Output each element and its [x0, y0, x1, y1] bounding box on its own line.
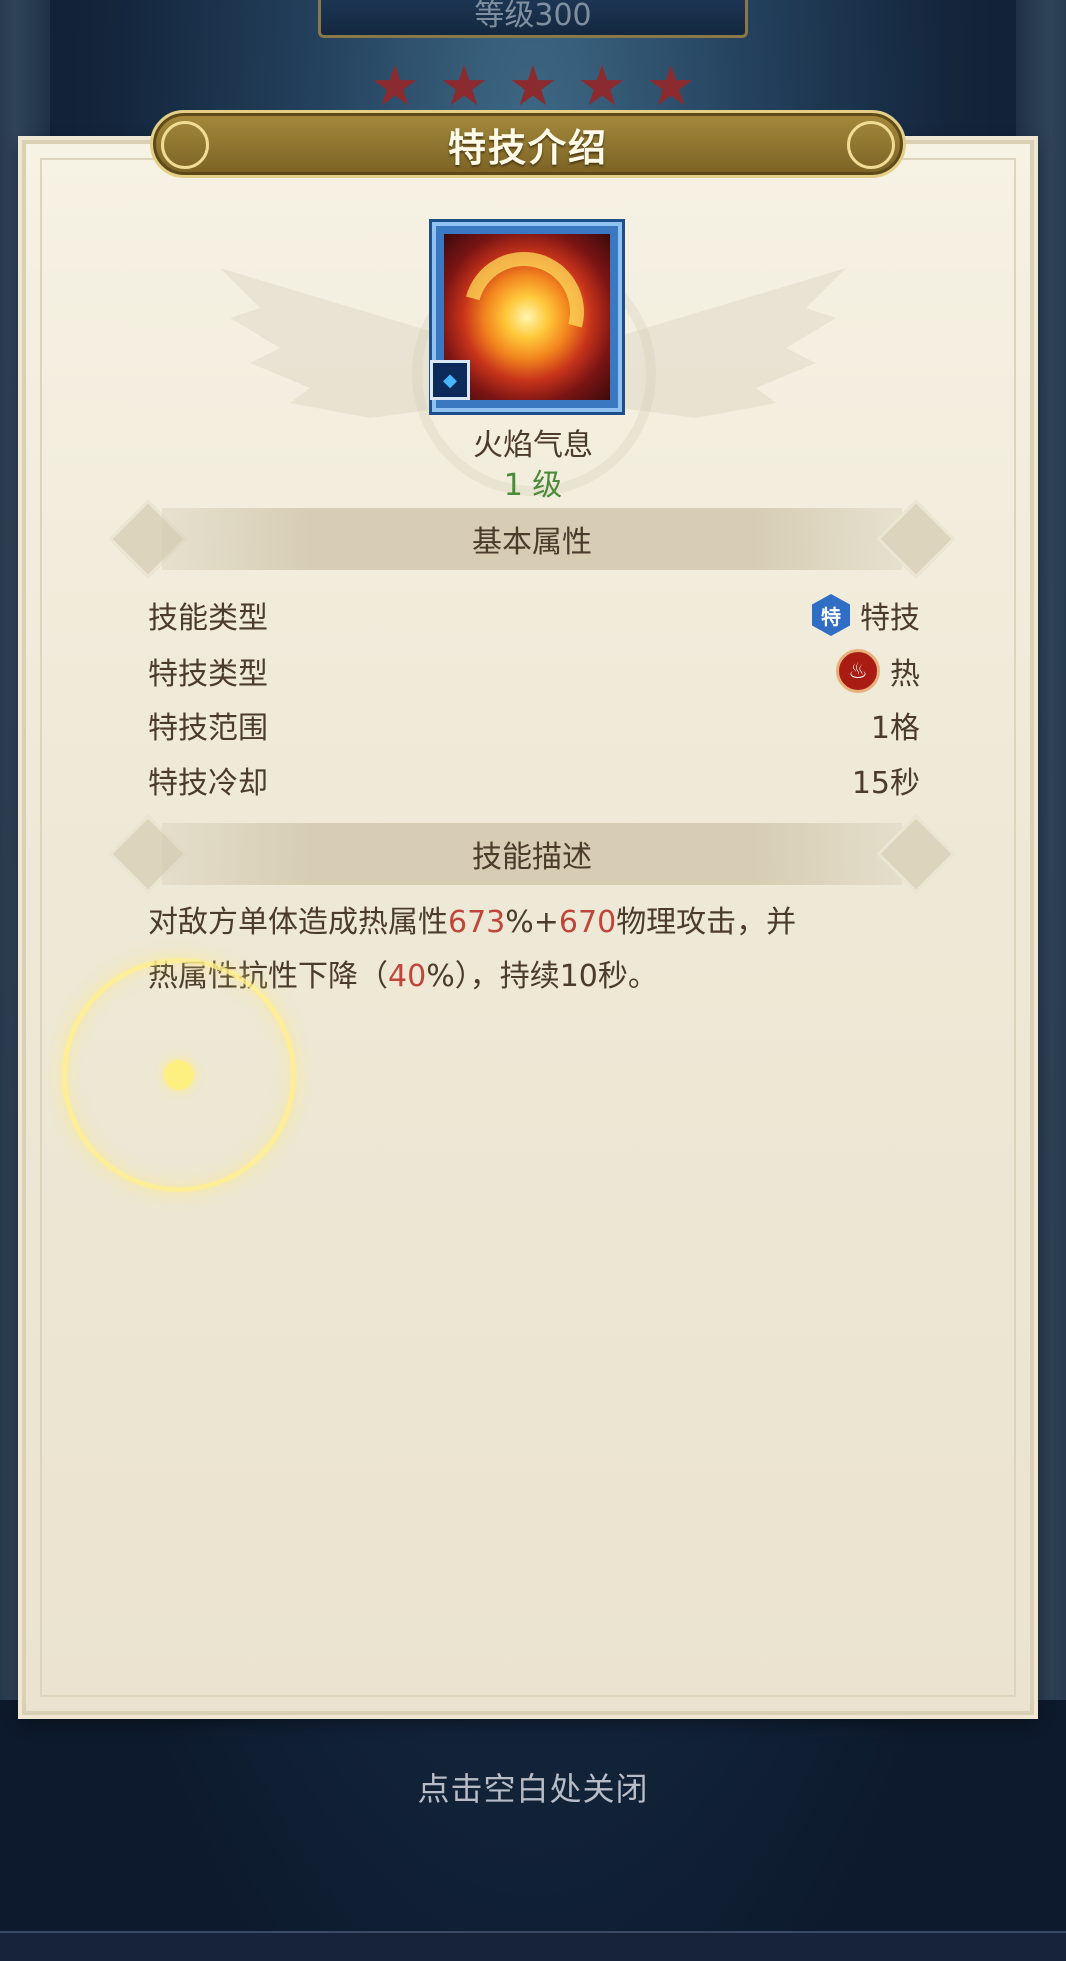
attr-value-text: 1格 [870, 711, 920, 746]
desc-text: 物理攻击，并 [616, 905, 797, 940]
close-hint[interactable]: 点击空白处关闭 [0, 1764, 1066, 1810]
desc-highlight: 670 [558, 905, 617, 940]
star-rating: ★ ★ ★ ★ ★ [366, 54, 700, 119]
desc-text: %+ [505, 905, 559, 940]
dialog-title: 特技介绍 [447, 125, 608, 170]
level-plate: 等级300 [318, 0, 748, 38]
attr-label: 特技类型 [148, 657, 268, 692]
attr-label: 技能类型 [148, 601, 268, 636]
star-icon: ★ [369, 54, 421, 119]
star-icon: ★ [645, 54, 697, 119]
star-icon: ★ [507, 54, 559, 119]
star-icon: ★ [438, 54, 490, 119]
diamond-icon: ◆ [430, 360, 470, 400]
attr-row-cooldown: 特技冷却 15秒 [148, 755, 920, 805]
level-text: 等级300 [474, 0, 592, 33]
star-icon: ★ [576, 54, 628, 119]
attr-row-skill-type: 技能类型 特 特技 [148, 590, 920, 640]
section-header-desc: 技能描述 [108, 814, 956, 894]
knot-icon [161, 121, 209, 169]
skill-level: 1 级 [503, 468, 563, 503]
desc-text: %），持续10秒。 [426, 959, 658, 994]
section-title: 基本属性 [472, 525, 592, 560]
bottom-bar [0, 1931, 1066, 1961]
section-header-basic: 基本属性 [108, 499, 956, 579]
attr-value-text: 15秒 [851, 766, 920, 801]
desc-text: 对敌方单体造成热属性 [148, 905, 448, 940]
attr-row-special-type: 特技类型 ♨ 热 [148, 646, 920, 696]
attr-label: 特技冷却 [148, 766, 268, 801]
special-skill-badge: 特 [812, 594, 850, 636]
touch-point [164, 1060, 194, 1090]
knot-icon [847, 121, 895, 169]
title-banner: 特技介绍 [150, 110, 906, 178]
section-title: 技能描述 [472, 840, 592, 875]
attr-label: 特技范围 [148, 711, 268, 746]
attr-value: 特 特技 [812, 593, 920, 637]
attr-value-text: 特技 [860, 601, 920, 636]
skill-name: 火焰气息 [473, 428, 593, 463]
skill-description: 对敌方单体造成热属性673%+670物理攻击，并 热属性抗性下降（40%），持续1… [148, 896, 918, 1004]
attr-row-range: 特技范围 1格 [148, 700, 920, 750]
attr-value: ♨ 热 [836, 649, 920, 693]
fire-icon: ♨ [836, 649, 880, 693]
desc-highlight: 673 [448, 905, 506, 940]
attr-value-text: 热 [890, 657, 920, 692]
desc-highlight: 40 [388, 959, 427, 994]
